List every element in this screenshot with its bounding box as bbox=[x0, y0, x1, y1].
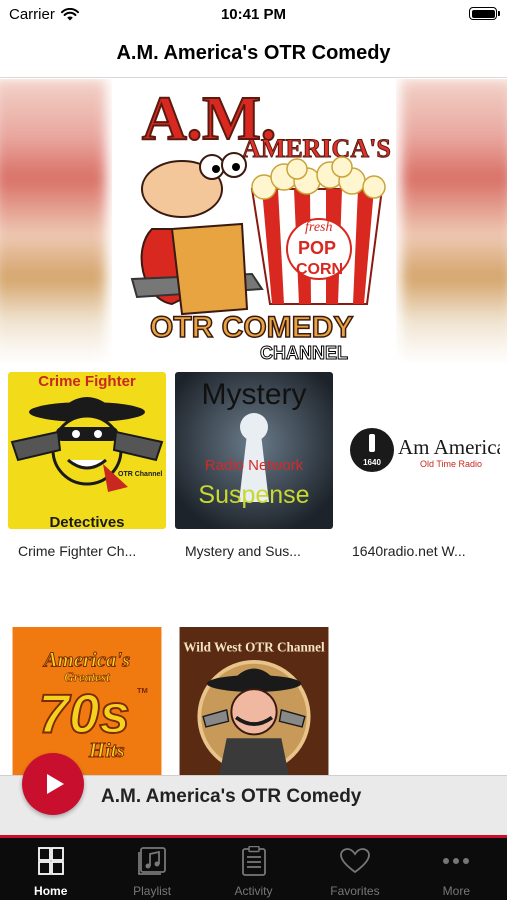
tab-label: Activity bbox=[234, 884, 273, 898]
tab-bar: Home Playlist Activity Favorites More bbox=[0, 838, 507, 900]
tab-label: Playlist bbox=[133, 884, 172, 898]
hero-blur-left bbox=[0, 79, 106, 363]
tab-activity[interactable]: Activity bbox=[203, 838, 304, 900]
crime-fighter-top-text: Crime Fighter bbox=[38, 373, 136, 390]
70s-americas-text: America's bbox=[42, 650, 130, 672]
station-caption: 1640radio.net W... bbox=[352, 543, 466, 559]
music-note-icon bbox=[137, 846, 167, 876]
heart-icon bbox=[340, 846, 370, 876]
hero-banner[interactable]: A.M. AMERICA'S fresh POP CORN OTR COMEDY… bbox=[0, 79, 507, 363]
tab-favorites[interactable]: Favorites bbox=[304, 838, 405, 900]
status-bar: Carrier 10:41 PM bbox=[0, 0, 507, 30]
70s-trademark-text: TM bbox=[137, 686, 148, 695]
battery-icon bbox=[469, 7, 500, 20]
crime-fighter-bottom-text: Detectives bbox=[49, 514, 124, 529]
70s-hits-artwork: America's Greatest 70s TM Hits bbox=[12, 627, 162, 775]
station-card-crime-fighter[interactable]: Crime Fighter OTR Channel Detectives Cri… bbox=[8, 372, 168, 559]
tab-playlist[interactable]: Playlist bbox=[101, 838, 202, 900]
clock: 10:41 PM bbox=[220, 6, 287, 23]
old-time-radio-text: Old Time Radio bbox=[420, 459, 482, 469]
station-logo: A.M. AMERICA'S fresh POP CORN OTR COMEDY… bbox=[112, 79, 396, 363]
tab-label: More bbox=[442, 884, 470, 898]
ellipsis-icon bbox=[441, 846, 471, 876]
now-playing-title: A.M. America's OTR Comedy bbox=[101, 786, 362, 807]
crime-fighter-badge-text: OTR Channel bbox=[118, 471, 162, 478]
tab-label: Favorites bbox=[330, 884, 380, 898]
station-card-mystery-suspense[interactable]: Mystery Radio Network Suspense Mystery a… bbox=[175, 372, 335, 559]
station-caption: Crime Fighter Ch... bbox=[18, 543, 137, 559]
play-button[interactable] bbox=[22, 753, 84, 815]
mystery-suspense-artwork: Mystery Radio Network Suspense bbox=[175, 372, 333, 529]
mystery-bottom-text: Suspense bbox=[198, 481, 309, 509]
1640-number-text: 1640 bbox=[363, 458, 381, 467]
station-caption: Mystery and Sus... bbox=[185, 543, 301, 559]
popcorn-fresh-text: fresh bbox=[305, 220, 332, 235]
hero-blur-right bbox=[401, 79, 507, 363]
station-card-1640radio[interactable]: 1640 Am America Old Time Radio 1640radio… bbox=[342, 372, 507, 559]
70s-greatest-text: Greatest bbox=[64, 670, 110, 685]
tab-label: Home bbox=[34, 884, 68, 898]
70s-hits-text: Hits bbox=[88, 740, 125, 762]
tab-home[interactable]: Home bbox=[0, 838, 101, 900]
popcorn-pop-text: POP bbox=[298, 238, 336, 258]
mini-player[interactable]: A.M. America's OTR Comedy bbox=[0, 753, 507, 838]
station-card-wild-west[interactable]: Wild West OTR Channel bbox=[175, 627, 335, 789]
wild-west-artwork: Wild West OTR Channel bbox=[179, 627, 329, 775]
wild-west-title-text: Wild West OTR Channel bbox=[183, 640, 325, 655]
grid-icon bbox=[36, 846, 66, 876]
1640radio-artwork: 1640 Am America Old Time Radio bbox=[342, 372, 507, 529]
logo-channel-text: CHANNEL bbox=[260, 343, 348, 363]
70s-number-text: 70s bbox=[39, 684, 130, 745]
navigation-bar: A.M. America's OTR Comedy bbox=[0, 30, 507, 78]
page-title: A.M. America's OTR Comedy bbox=[116, 42, 391, 64]
tab-more[interactable]: More bbox=[406, 838, 507, 900]
mystery-top-text: Mystery bbox=[202, 378, 307, 411]
logo-otr-comedy-text: OTR COMEDY bbox=[150, 311, 353, 344]
list-icon bbox=[239, 846, 269, 876]
logo-americas-text: AMERICA'S bbox=[242, 134, 391, 163]
mystery-mid-text: Radio Network bbox=[205, 457, 304, 474]
battery-fill bbox=[471, 9, 495, 18]
play-icon bbox=[47, 774, 64, 794]
popcorn-corn-text: CORN bbox=[296, 261, 343, 278]
crime-fighter-artwork: Crime Fighter OTR Channel Detectives bbox=[8, 372, 166, 531]
am-america-brand-text: Am America bbox=[398, 435, 500, 459]
